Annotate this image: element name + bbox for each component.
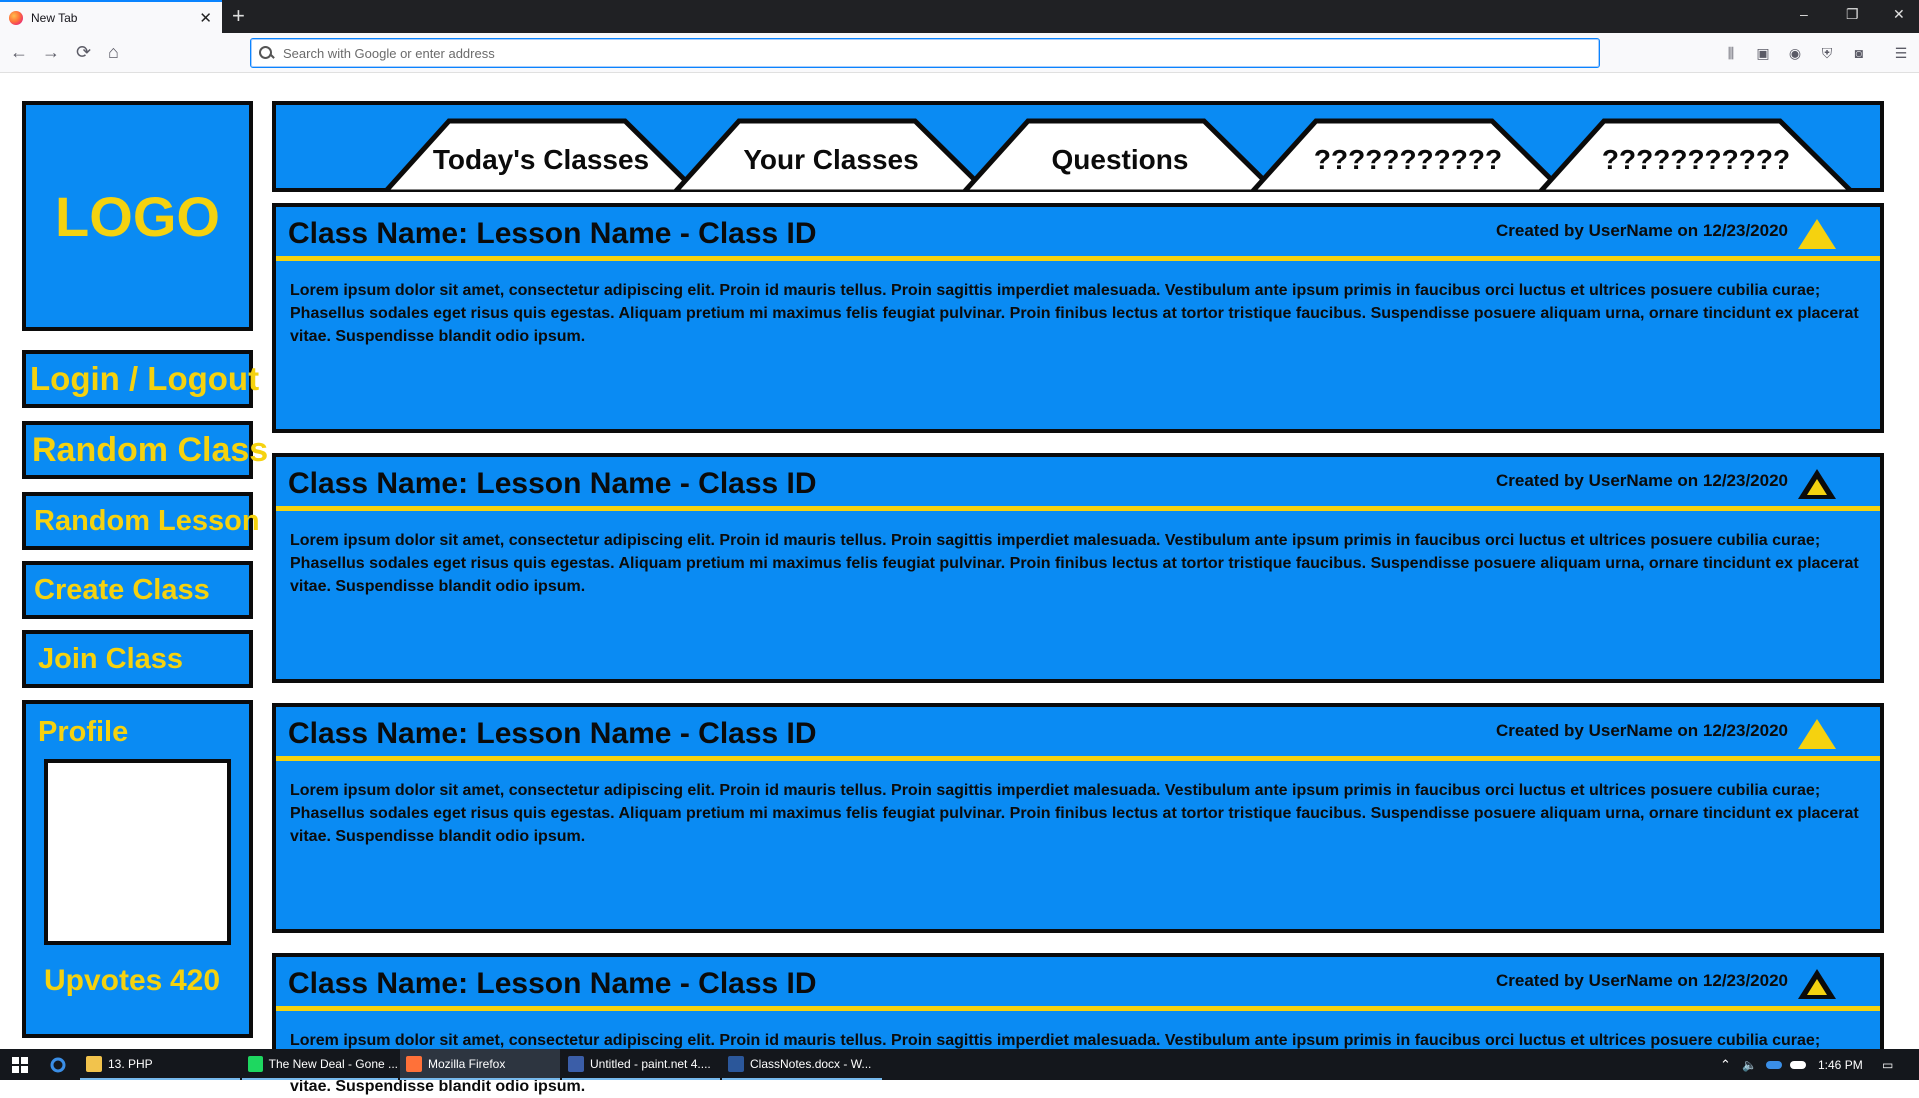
card-body: Lorem ipsum dolor sit amet, consectetur … (290, 532, 1859, 595)
tab-1[interactable]: Today's Classes (381, 118, 701, 192)
clock[interactable]: 1:46 PM (1812, 1049, 1863, 1080)
menu-icon[interactable]: ☰ (1893, 45, 1909, 61)
browser-tab-strip: New Tab ✕ + – ❐ ✕ (0, 0, 1919, 33)
upvote-icon[interactable] (1796, 717, 1838, 751)
card-meta: Created by UserName on 12/23/2020 (1496, 221, 1788, 240)
folder-icon (86, 1055, 102, 1072)
card-body: Lorem ipsum dolor sit amet, consectetur … (290, 782, 1859, 845)
random-class-button[interactable]: Random Class (22, 421, 268, 479)
account-icon[interactable]: ◉ (1787, 45, 1803, 61)
tab-label[interactable]: Questions (1052, 144, 1189, 175)
join-class-button[interactable]: Join Class (22, 630, 253, 688)
tab-4[interactable]: ??????????? (1248, 118, 1568, 192)
card-meta: Created by UserName on 12/23/2020 (1496, 471, 1788, 490)
shield-icon[interactable]: ⛨ (1819, 45, 1835, 61)
tab-shapes: Today's Classes Your Classes Questions????… (381, 118, 1856, 192)
windows-taskbar: 13. PHP The New Deal - Gone ... Mozilla Fi… (0, 1049, 1919, 1080)
taskbar-app-4[interactable]: Untitled - paint.net 4.... (562, 1049, 720, 1080)
taskbar-app-label: The New Deal - Gone ... (268, 1056, 398, 1071)
sidebar-icon[interactable]: ▣ (1755, 45, 1771, 61)
card-meta: Created by UserName on 12/23/2020 (1496, 721, 1788, 740)
card-body: Lorem ipsum dolor sit amet, consectetur … (290, 282, 1859, 345)
tab-2[interactable]: Your Classes (671, 118, 991, 192)
site-logo[interactable]: LOGO (22, 101, 253, 331)
tab-5[interactable]: ??????????? (1536, 118, 1856, 192)
home-button[interactable]: ⌂ (108, 42, 119, 62)
card-divider (276, 256, 1880, 261)
cortana-button[interactable] (44, 1049, 66, 1080)
back-button[interactable]: ← (10, 42, 28, 62)
profile-panel: Profile Upvotes 420 (22, 700, 253, 1038)
taskbar-app-5[interactable]: ClassNotes.docx - W... (722, 1049, 882, 1080)
window-close-button[interactable]: ✕ (1893, 6, 1905, 23)
card-divider (276, 756, 1880, 761)
library-icon[interactable]: ⫼ (1723, 45, 1739, 61)
card-title[interactable]: Class Name: Lesson Name - Class ID (288, 467, 817, 501)
browser-tab-title: New Tab (31, 10, 78, 25)
upvote-icon[interactable] (1796, 467, 1838, 501)
taskbar-app-1[interactable]: 13. PHP (80, 1049, 240, 1080)
class-card[interactable]: Class Name: Lesson Name - Class ID Create… (272, 703, 1884, 933)
cloud-icon[interactable] (1784, 1049, 1806, 1080)
card-title[interactable]: Class Name: Lesson Name - Class ID (288, 967, 817, 1001)
class-card[interactable]: Class Name: Lesson Name - Class ID Create… (272, 953, 1884, 1095)
upvotes-label: Upvotes (44, 964, 163, 997)
search-icon (259, 46, 273, 60)
avatar[interactable] (44, 759, 231, 945)
card-divider (276, 506, 1880, 511)
taskbar-app-label: Mozilla Firefox (428, 1056, 506, 1071)
tab-label[interactable]: Your Classes (743, 144, 918, 175)
taskbar-app-2[interactable]: The New Deal - Gone ... (242, 1049, 398, 1080)
firefox-icon (406, 1055, 422, 1072)
tab-label[interactable]: Today's Classes (433, 144, 649, 175)
upvote-icon[interactable] (1796, 967, 1838, 1001)
tray-chevron-icon[interactable]: ⌃ (1714, 1049, 1731, 1080)
firefox-icon (9, 10, 23, 25)
start-button[interactable] (4, 1049, 28, 1080)
word-icon (728, 1055, 744, 1072)
cortana-icon (50, 1057, 66, 1072)
taskbar-app-label: ClassNotes.docx - W... (750, 1056, 872, 1071)
tab-close-icon[interactable]: ✕ (199, 9, 212, 27)
taskbar-app-3[interactable]: Mozilla Firefox (400, 1049, 560, 1080)
new-tab-button[interactable]: + (232, 4, 245, 28)
upvote-icon[interactable] (1796, 217, 1838, 251)
profile-label: Profile (38, 716, 129, 748)
taskbar-app-label: 13. PHP (108, 1056, 153, 1071)
paintnet-icon (568, 1055, 584, 1072)
taskbar-app-label: Untitled - paint.net 4.... (590, 1056, 711, 1071)
card-divider (276, 1006, 1880, 1011)
address-input[interactable] (283, 45, 1583, 61)
random-lesson-button[interactable]: Random Lesson (22, 492, 260, 550)
volume-icon[interactable]: 🔈 (1736, 1049, 1757, 1080)
extension-icon[interactable]: ◙ (1851, 45, 1867, 61)
address-bar[interactable] (250, 38, 1600, 68)
tab-label[interactable]: ??????????? (1602, 144, 1790, 175)
tab-3[interactable]: Questions (960, 118, 1280, 192)
card-title[interactable]: Class Name: Lesson Name - Class ID (288, 217, 817, 251)
notification-icon[interactable]: ▭ (1876, 1049, 1893, 1080)
minimize-button[interactable]: – (1800, 6, 1808, 22)
windows-icon (12, 1056, 28, 1073)
reload-button[interactable]: ⟳ (76, 42, 91, 62)
card-meta: Created by UserName on 12/23/2020 (1496, 971, 1788, 990)
card-title[interactable]: Class Name: Lesson Name - Class ID (288, 717, 817, 751)
upvotes-count: 420 (170, 964, 221, 997)
browser-tab[interactable]: New Tab ✕ (0, 0, 222, 33)
tab-label[interactable]: ??????????? (1314, 144, 1502, 175)
class-card[interactable]: Class Name: Lesson Name - Class ID Create… (272, 203, 1884, 433)
class-card[interactable]: Class Name: Lesson Name - Class ID Create… (272, 453, 1884, 683)
create-class-button[interactable]: Create Class (22, 561, 253, 619)
spotify-icon (248, 1055, 263, 1072)
restore-button[interactable]: ❐ (1846, 6, 1859, 23)
forward-button[interactable]: → (42, 42, 60, 62)
login-logout-button[interactable]: Login / Logout (22, 350, 259, 408)
onedrive-icon[interactable] (1760, 1049, 1782, 1080)
